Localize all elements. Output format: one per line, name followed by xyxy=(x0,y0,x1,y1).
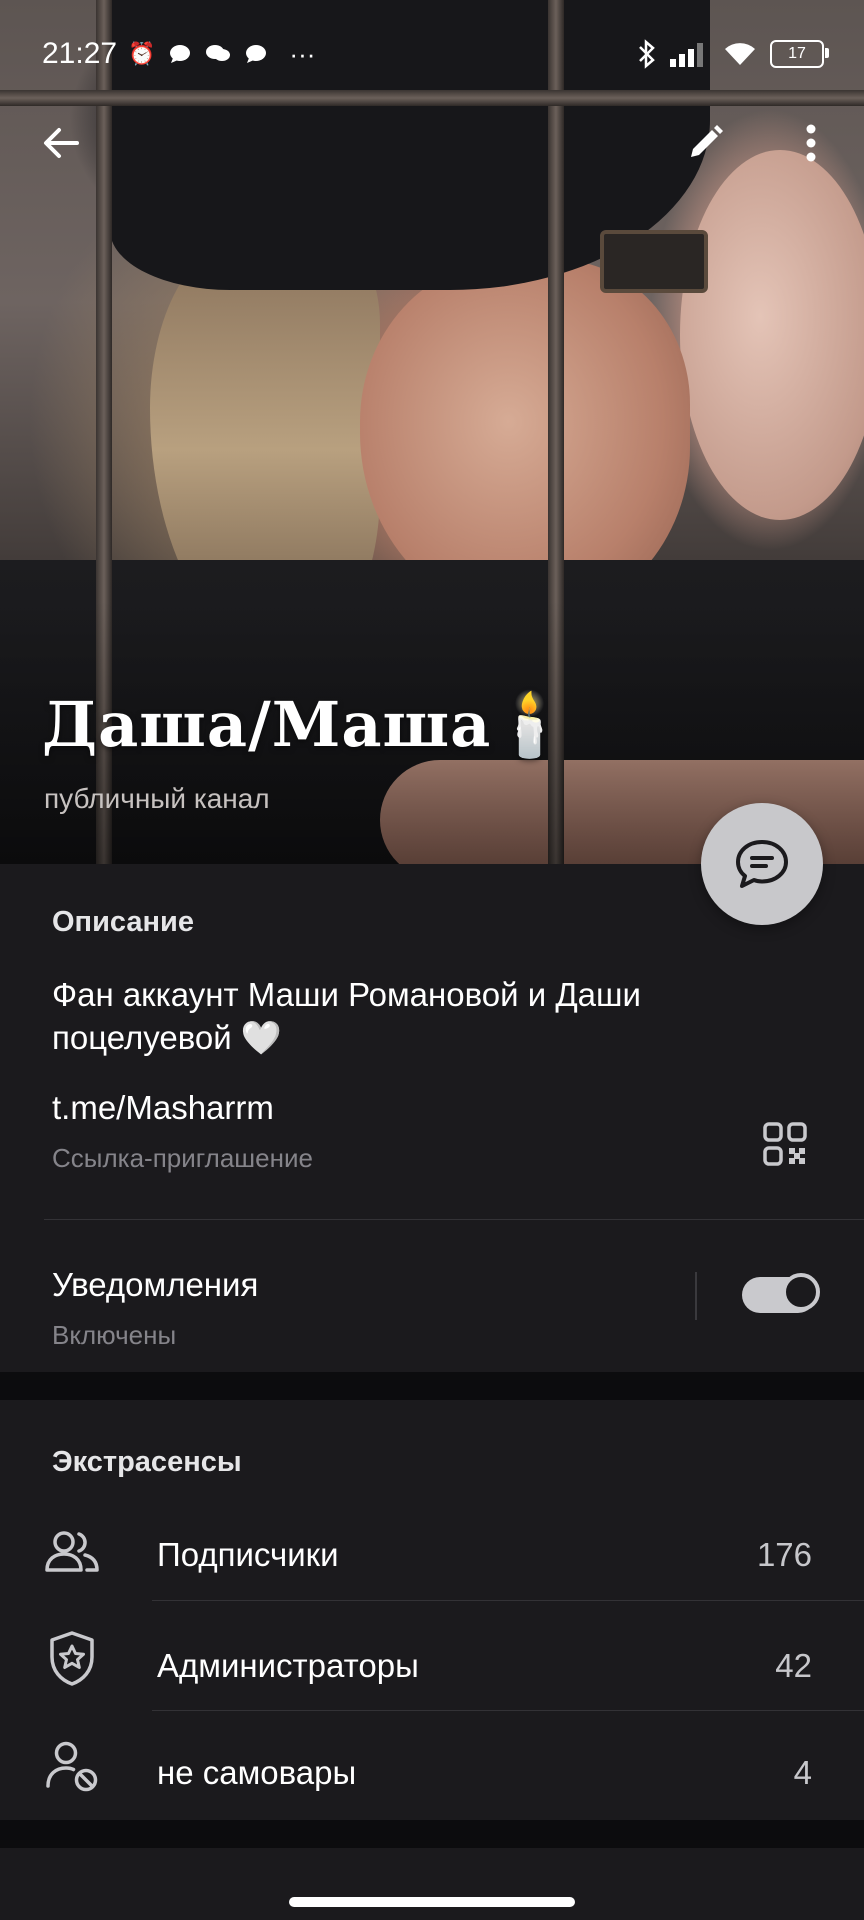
more-vertical-icon xyxy=(806,124,816,162)
back-button[interactable] xyxy=(26,108,96,178)
more-notifications: ··· xyxy=(289,38,316,69)
channel-type: публичный канал xyxy=(44,783,270,814)
arrow-left-icon xyxy=(44,128,79,158)
home-indicator[interactable] xyxy=(289,1897,575,1907)
divider xyxy=(152,1710,864,1711)
more-options-button[interactable] xyxy=(776,108,846,178)
list-item-administrators[interactable]: Администраторы 42 xyxy=(0,1606,864,1716)
invite-link-caption: Ссылка-приглашение xyxy=(52,1143,313,1173)
shield-star-icon xyxy=(44,1630,100,1686)
members-heading: Экстрасенсы xyxy=(52,1446,242,1478)
list-item-count: 176 xyxy=(756,1536,812,1573)
invite-link[interactable]: t.me/Masharrm xyxy=(52,1089,274,1127)
photo-bar xyxy=(0,90,864,106)
user-blocked-icon xyxy=(44,1738,100,1794)
wifi-icon xyxy=(725,43,755,65)
list-item-label: не самовары xyxy=(157,1754,357,1791)
list-item-count: 4 xyxy=(793,1754,812,1791)
description-line-2: поцелуевой 🤍 xyxy=(52,1019,282,1056)
notifications-row[interactable]: Уведомления Включены xyxy=(0,1220,864,1372)
photo-background-person xyxy=(680,150,864,520)
signal-icon xyxy=(670,43,703,67)
next-card xyxy=(0,1848,864,1920)
list-item-label: Подписчики xyxy=(157,1536,339,1573)
divider xyxy=(152,1600,864,1601)
channel-title: Даша/Маша🕯️ xyxy=(42,688,570,761)
notifications-label: Уведомления xyxy=(52,1266,259,1303)
description-heading: Описание xyxy=(52,906,194,938)
list-item-blocked[interactable]: не самовары 4 xyxy=(0,1716,864,1820)
message-icon xyxy=(736,840,788,888)
description-line-1: Фан аккаунт Маши Романовой и Даши xyxy=(52,976,641,1013)
notification-icons: ⏰ ··· xyxy=(128,39,315,70)
discuss-button[interactable] xyxy=(701,803,823,925)
list-item-label: Администраторы xyxy=(157,1647,419,1684)
toggle-knob xyxy=(782,1273,820,1311)
info-card: Описание Фан аккаунт Маши Романовой и Да… xyxy=(0,864,864,1372)
alarm-icon: ⏰ xyxy=(128,41,156,66)
chat-bubble-icon xyxy=(246,45,267,63)
status-bar: 21:27 ⏰ ··· 17 xyxy=(0,28,864,80)
edit-button[interactable] xyxy=(670,108,740,178)
members-card: Экстрасенсы Подписчики 176 Администратор… xyxy=(0,1400,864,1820)
toggle-separator xyxy=(695,1272,697,1320)
notifications-state: Включены xyxy=(52,1320,177,1350)
system-icons: 17 xyxy=(638,39,829,69)
battery-icon: 17 xyxy=(770,40,829,68)
chat-bubbles-icon xyxy=(206,45,231,61)
notifications-toggle[interactable] xyxy=(742,1273,820,1313)
bluetooth-icon xyxy=(639,39,655,69)
qr-code-icon xyxy=(763,1122,807,1166)
qr-code-button[interactable] xyxy=(752,1111,818,1177)
battery-level: 17 xyxy=(788,45,806,62)
list-item-count: 42 xyxy=(775,1647,812,1684)
invite-link-row[interactable]: t.me/Masharrm Ссылка-приглашение xyxy=(0,1089,864,1199)
list-item-subscribers[interactable]: Подписчики 176 xyxy=(0,1496,864,1606)
chat-bubble-icon xyxy=(170,45,191,63)
status-time: 21:27 xyxy=(42,37,118,70)
photo-cap-strap xyxy=(600,230,708,293)
people-icon xyxy=(44,1524,100,1580)
pencil-icon xyxy=(691,125,723,157)
